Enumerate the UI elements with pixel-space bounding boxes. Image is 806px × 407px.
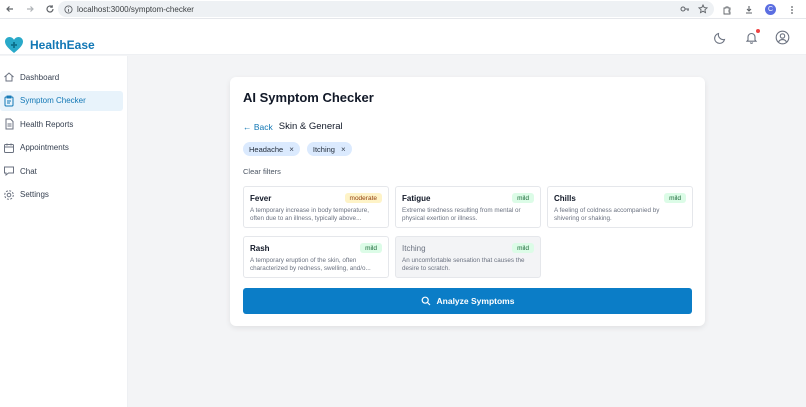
bell-icon[interactable] (744, 29, 760, 45)
back-arrow-icon[interactable] (0, 0, 20, 19)
sidebar-item-label: Dashboard (20, 72, 60, 82)
more-menu-icon[interactable] (786, 4, 798, 16)
symptom-description: A temporary increase in body temperature… (250, 207, 370, 222)
url-text: localhost:3000/symptom-checker (77, 4, 194, 14)
gear-icon (3, 189, 15, 201)
symptom-description: An uncomfortable sensation that causes t… (402, 257, 525, 272)
sidebar: Dashboard Symptom Checker Health Reports… (0, 56, 128, 407)
severity-badge: moderate (344, 193, 382, 203)
home-icon (3, 71, 15, 83)
symptom-chip-headache: Headache × (243, 142, 300, 156)
sidebar-item-symptom-checker[interactable]: Symptom Checker (0, 90, 123, 111)
site-info-icon[interactable] (64, 4, 73, 14)
clipboard-icon (3, 95, 15, 107)
remove-chip-icon[interactable]: × (289, 145, 294, 154)
key-icon[interactable] (680, 4, 690, 14)
app-name: HealthEase (30, 38, 95, 52)
app-header: HealthEase (0, 19, 806, 55)
severity-badge: mild (360, 243, 382, 253)
remove-chip-icon[interactable]: × (341, 145, 346, 154)
sidebar-item-label: Settings (20, 190, 49, 199)
notification-dot (756, 29, 760, 33)
calendar-icon (3, 142, 15, 154)
sidebar-item-settings[interactable]: Settings (0, 185, 123, 205)
chip-label: Itching (312, 144, 335, 154)
severity-badge: mild (512, 193, 534, 203)
symptom-description: A feeling of coldness accompanied by shi… (554, 207, 660, 222)
app-logo[interactable]: HealthEase (4, 36, 95, 54)
page-title: AI Symptom Checker (243, 90, 374, 105)
forward-arrow-icon[interactable] (20, 0, 40, 19)
sidebar-item-label: Symptom Checker (20, 96, 86, 105)
severity-badge: mild (664, 193, 686, 203)
sidebar-item-health-reports[interactable]: Health Reports (0, 114, 123, 134)
severity-badge: mild (512, 243, 534, 253)
sidebar-item-dashboard[interactable]: Dashboard (0, 67, 123, 87)
heart-logo-icon (5, 37, 23, 53)
moon-icon[interactable] (713, 30, 728, 45)
report-icon (3, 118, 15, 130)
download-icon[interactable] (743, 4, 755, 16)
clear-filters-link[interactable]: Clear filters (243, 167, 281, 176)
symptom-card-fever[interactable]: Fever moderate A temporary increase in b… (243, 186, 389, 228)
category-title: Skin & General (278, 121, 343, 132)
star-icon[interactable] (698, 4, 708, 14)
search-icon (421, 296, 430, 306)
back-button[interactable]: ← Back (243, 122, 273, 132)
profile-avatar[interactable]: C (765, 4, 776, 15)
sidebar-item-label: Chat (20, 166, 37, 176)
sidebar-item-appointments[interactable]: Appointments (0, 138, 123, 158)
user-avatar-icon[interactable] (775, 30, 790, 45)
browser-toolbar: localhost:3000/symptom-checker C (0, 0, 806, 19)
selected-symptoms: Headache × Itching × (243, 142, 352, 156)
chat-icon (3, 165, 15, 177)
chip-label: Headache (249, 144, 284, 154)
symptom-card-chills[interactable]: Chills mild A feeling of coldness accomp… (547, 186, 693, 228)
symptom-card-rash[interactable]: Rash mild A temporary eruption of the sk… (243, 236, 389, 278)
sidebar-item-label: Appointments (20, 143, 69, 152)
extensions-icon[interactable] (721, 4, 733, 16)
reload-icon[interactable] (40, 0, 60, 19)
symptom-chip-itching: Itching × (306, 142, 352, 156)
analyze-symptoms-button[interactable]: Analyze Symptoms (243, 288, 692, 314)
sidebar-item-chat[interactable]: Chat (0, 161, 123, 181)
symptom-description: A temporary eruption of the skin, often … (250, 257, 371, 272)
symptom-checker-card: AI Symptom Checker ← Back Skin & General… (230, 77, 705, 326)
address-bar[interactable]: localhost:3000/symptom-checker (58, 1, 714, 17)
analyze-button-label: Analyze Symptoms (436, 296, 515, 306)
sidebar-item-label: Health Reports (20, 119, 74, 129)
symptom-card-fatigue[interactable]: Fatigue mild Extreme tiredness resulting… (395, 186, 541, 228)
symptom-card-itching[interactable]: Itching mild An uncomfortable sensation … (395, 236, 541, 278)
symptom-description: Extreme tiredness resulting from mental … (402, 207, 521, 222)
